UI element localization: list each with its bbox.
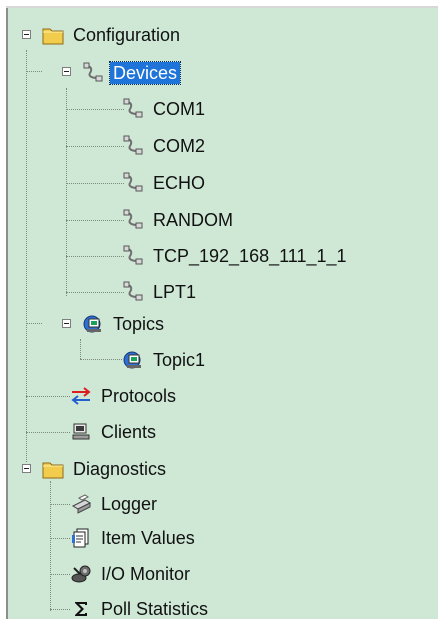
io-monitor-icon	[70, 563, 92, 585]
devices-branch-line	[66, 88, 67, 296]
topics-branch-line	[80, 339, 81, 359]
echo-connector-line	[66, 183, 124, 184]
diagnostics-branch-line	[50, 481, 51, 611]
item-values-connector-line	[50, 538, 70, 539]
collapse-diagnostics-button[interactable]	[22, 464, 31, 473]
lpt1-label: LPT1	[153, 282, 197, 302]
device-cable-icon	[122, 172, 144, 194]
device-cable-icon	[122, 98, 144, 120]
protocol-arrows-icon	[70, 385, 92, 407]
configuration-label: Configuration	[73, 25, 181, 45]
diagnostics-label: Diagnostics	[73, 459, 167, 479]
logger-printer-icon	[70, 493, 92, 515]
tree-node-poll-statistics[interactable]: Poll Statistics	[70, 594, 290, 619]
protocols-label: Protocols	[101, 386, 177, 406]
folder-icon	[42, 458, 64, 480]
topic-computer-icon	[82, 313, 104, 335]
tree-node-configuration[interactable]: Configuration	[42, 20, 262, 50]
tree-node-diagnostics[interactable]: Diagnostics	[42, 454, 262, 484]
collapse-configuration-button[interactable]	[22, 30, 31, 39]
tree-node-topics[interactable]: Topics	[82, 309, 252, 339]
lpt1-connector-line	[66, 292, 124, 293]
poll-statistics-connector-line	[50, 609, 70, 610]
collapse-devices-button[interactable]	[62, 67, 71, 76]
tree-node-logger[interactable]: Logger	[70, 489, 240, 519]
devices-label: Devices	[108, 61, 182, 85]
com2-connector-line	[66, 146, 124, 147]
tree-node-tcp-192-168-111-1-1[interactable]: TCP_192_168_111_1_1	[122, 241, 422, 271]
io-monitor-label: I/O Monitor	[101, 564, 191, 584]
io-monitor-connector-line	[50, 574, 70, 575]
configuration-branch-line	[26, 50, 27, 462]
tree-node-com1[interactable]: COM1	[122, 94, 292, 124]
clients-label: Clients	[101, 422, 157, 442]
client-computer-icon	[70, 421, 92, 443]
echo-label: ECHO	[153, 173, 206, 193]
random-connector-line	[66, 220, 124, 221]
item-values-icon	[70, 527, 92, 549]
com1-label: COM1	[153, 99, 206, 119]
random-label: RANDOM	[153, 210, 233, 230]
protocols-connector-line	[26, 396, 70, 397]
topics-connector-line	[26, 323, 42, 324]
topics-label: Topics	[113, 314, 165, 334]
tree-node-lpt1[interactable]: LPT1	[122, 277, 292, 307]
collapse-topics-button[interactable]	[62, 319, 71, 328]
device-cable-icon	[82, 62, 104, 84]
tree-node-echo[interactable]: ECHO	[122, 168, 292, 198]
tcp-label: TCP_192_168_111_1_1	[153, 246, 347, 266]
logger-connector-line	[50, 504, 70, 505]
tree-node-topic1[interactable]: Topic1	[122, 345, 292, 375]
tree-node-io-monitor[interactable]: I/O Monitor	[70, 559, 260, 589]
device-cable-icon	[122, 245, 144, 267]
devices-connector-line	[26, 71, 42, 72]
tree-node-protocols[interactable]: Protocols	[70, 381, 240, 411]
device-cable-icon	[122, 135, 144, 157]
com1-connector-line	[66, 109, 124, 110]
tree-node-random[interactable]: RANDOM	[122, 205, 292, 235]
com2-label: COM2	[153, 136, 206, 156]
tree-node-devices[interactable]: Devices	[82, 58, 252, 88]
logger-label: Logger	[101, 494, 158, 514]
folder-icon	[42, 24, 64, 46]
device-cable-icon	[122, 209, 144, 231]
item-values-label: Item Values	[101, 528, 195, 548]
tree-node-item-values[interactable]: Item Values	[70, 523, 260, 553]
tcp-connector-line	[66, 256, 124, 257]
tree-top-frame	[6, 6, 438, 8]
topic-computer-icon	[122, 349, 144, 371]
poll-statistics-label: Poll Statistics	[101, 599, 209, 619]
clients-connector-line	[26, 432, 70, 433]
topic1-label: Topic1	[153, 350, 206, 370]
tree-left-frame	[6, 6, 8, 619]
tree-node-com2[interactable]: COM2	[122, 131, 292, 161]
sigma-icon	[70, 598, 92, 619]
configuration-tree-panel[interactable]: Configuration Devices COM1 COM2 ECHO RAN…	[0, 0, 438, 619]
device-cable-icon	[122, 281, 144, 303]
topic1-connector-line	[80, 359, 122, 360]
tree-node-clients[interactable]: Clients	[70, 417, 240, 447]
